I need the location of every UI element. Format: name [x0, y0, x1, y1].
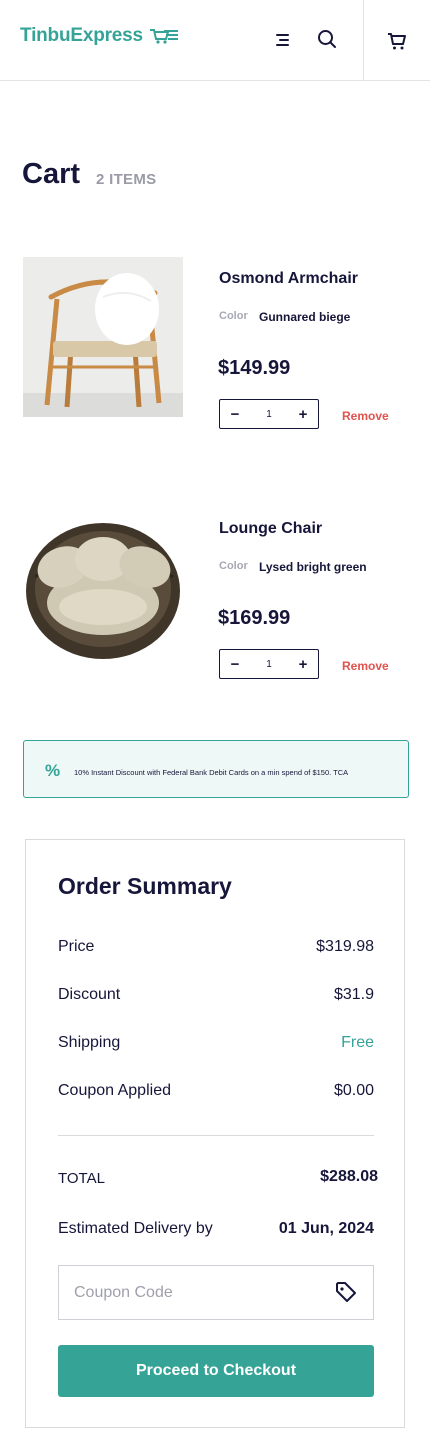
shipping-value: Free	[341, 1034, 374, 1051]
color-value: Lysed bright green	[259, 560, 367, 574]
discount-value: $31.9	[333, 986, 374, 1003]
price-label: Price	[58, 938, 95, 955]
armchair-image	[23, 257, 183, 417]
quantity-stepper: − 1 +	[219, 649, 319, 679]
quantity-value[interactable]: 1	[266, 659, 272, 670]
summary-title: Order Summary	[58, 873, 232, 899]
menu-button[interactable]	[268, 27, 294, 53]
coupon-field	[58, 1265, 374, 1320]
lounge-chair-image	[23, 507, 183, 667]
product-name[interactable]: Lounge Chair	[219, 520, 322, 538]
price-row: Price $319.98	[58, 938, 374, 956]
delivery-row: Estimated Delivery by 01 Jun, 2024	[58, 1220, 374, 1238]
cart-icon	[388, 32, 406, 49]
cart-button[interactable]	[363, 0, 430, 81]
product-price: $149.99	[218, 357, 291, 379]
delivery-label: Estimated Delivery by	[58, 1220, 213, 1237]
product-name[interactable]: Osmond Armchair	[219, 270, 358, 288]
top-header: TinbuExpress	[0, 0, 430, 81]
discount-banner: % 10% Instant Discount with Federal Bank…	[23, 740, 409, 798]
brand-logo[interactable]: TinbuExpress	[20, 25, 179, 47]
total-label: TOTAL	[58, 1170, 105, 1187]
cart-item: Osmond Armchair Color Gunnared biege $14…	[0, 255, 430, 435]
percent-icon: %	[45, 761, 61, 780]
color-value: Gunnared biege	[259, 310, 351, 324]
summary-divider	[58, 1135, 374, 1136]
discount-label: Discount	[58, 986, 121, 1003]
shipping-label: Shipping	[58, 1034, 121, 1051]
quantity-value[interactable]: 1	[266, 409, 272, 420]
coupon-applied-value: $0.00	[333, 1082, 374, 1099]
remove-button[interactable]: Remove	[342, 409, 389, 423]
color-label: Color	[219, 310, 248, 322]
item-count: 2 ITEMS	[96, 171, 157, 188]
total-row: TOTAL $288.08	[58, 1168, 378, 1188]
discount-row: Discount $31.9	[58, 986, 374, 1004]
cart-speed-icon	[149, 29, 178, 44]
decrement-button[interactable]: −	[228, 407, 242, 422]
menu-icon	[276, 34, 289, 46]
shipping-row: Shipping Free	[58, 1034, 374, 1052]
product-image-lounge-chair[interactable]	[23, 507, 183, 667]
total-value: $288.08	[320, 1168, 378, 1185]
cart-item: Lounge Chair Color Lysed bright green $1…	[0, 505, 430, 685]
search-icon	[318, 30, 336, 48]
decrement-button[interactable]: −	[228, 657, 242, 672]
coupon-applied-label: Coupon Applied	[58, 1082, 171, 1099]
delivery-date: 01 Jun, 2024	[278, 1220, 374, 1237]
increment-button[interactable]: +	[296, 407, 310, 422]
page-title: Cart	[22, 158, 81, 190]
quantity-stepper: − 1 +	[219, 399, 319, 429]
remove-button[interactable]: Remove	[342, 659, 389, 673]
product-price: $169.99	[218, 607, 291, 629]
coupon-row: Coupon Applied $0.00	[58, 1082, 374, 1100]
order-summary: Order Summary Price $319.98 Discount $31…	[25, 839, 405, 1428]
coupon-input[interactable]	[74, 1283, 334, 1302]
tag-icon[interactable]	[334, 1281, 358, 1305]
increment-button[interactable]: +	[296, 657, 310, 672]
price-value: $319.98	[316, 938, 374, 955]
color-label: Color	[219, 560, 248, 572]
brand-name: TinbuExpress	[20, 25, 143, 46]
checkout-button[interactable]: Proceed to Checkout	[58, 1345, 374, 1397]
discount-text: 10% Instant Discount with Federal Bank D…	[74, 768, 349, 777]
product-image-armchair[interactable]	[23, 257, 183, 417]
search-button[interactable]	[314, 26, 340, 52]
